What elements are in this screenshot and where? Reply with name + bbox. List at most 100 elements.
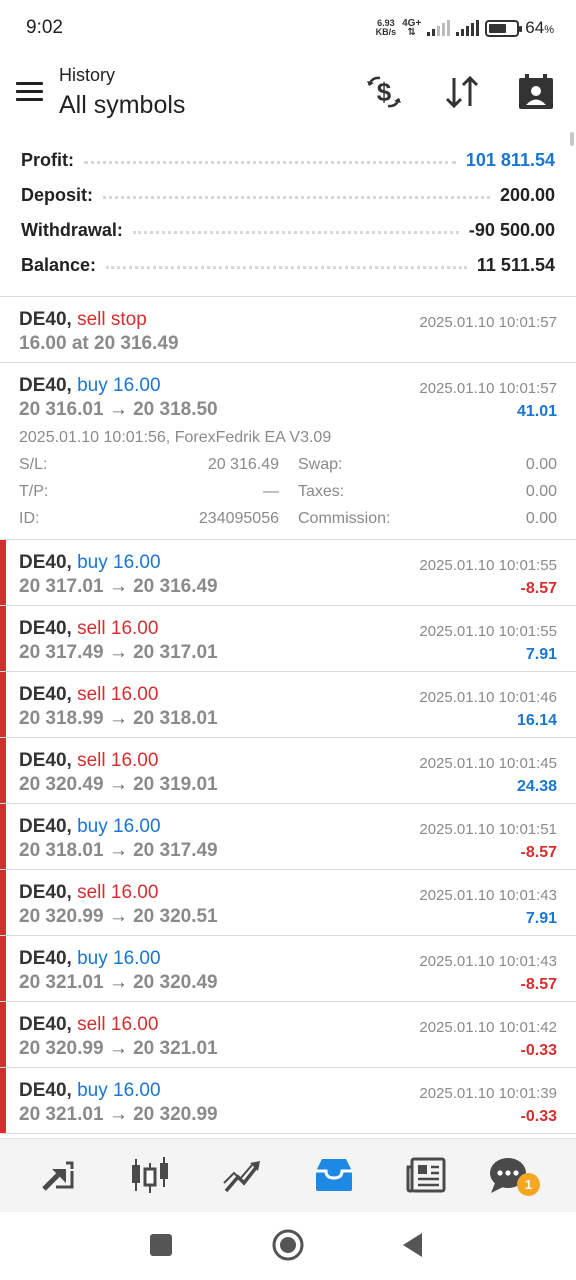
deal-side-label: sell 16.00 [77, 882, 159, 903]
deal-profit: 7.91 [525, 910, 557, 927]
deal-prices: 20 317.01 → 20 316.49 [19, 576, 218, 598]
bottom-navigation: 1 [0, 1138, 576, 1212]
deal-row[interactable]: DE40, sell 16.00 20 320.99 → 20 321.01 202… [0, 1002, 576, 1068]
id-label: ID: [19, 510, 40, 527]
arrow-right-icon: → [108, 1038, 128, 1059]
deal-prices: 20 320.49 → 20 319.01 [19, 774, 218, 796]
symbol-label: DE40, [19, 309, 72, 330]
detail-row-sl: S/L: 20 316.49 Swap: 0.00 [19, 456, 557, 476]
deal-title: DE40, buy 16.00 [19, 375, 161, 397]
swap-label: Swap: [298, 456, 343, 473]
deal-row[interactable]: DE40, sell 16.00 20 317.49 → 20 317.01 202… [0, 606, 576, 672]
page-subtitle: History [59, 65, 116, 85]
arrow-right-icon: → [108, 708, 128, 729]
deal-row-expanded[interactable]: DE40, buy 16.00 20 316.01 → 20 318.50 20… [0, 363, 576, 540]
history-list: DE40, sell stop 16.00 at 20 316.49 2025.… [0, 296, 576, 1134]
deal-prices: 20 320.99 → 20 321.01 [19, 1038, 218, 1060]
deal-indicator-bar [0, 1002, 6, 1067]
news-icon[interactable] [404, 1155, 448, 1195]
deal-indicator-bar [0, 1068, 6, 1133]
deal-side-label: buy 16.00 [77, 552, 161, 573]
order-row[interactable]: DE40, sell stop 16.00 at 20 316.49 2025.… [0, 297, 576, 363]
deal-time: 2025.01.10 10:01:55 [419, 623, 557, 640]
open-price: 20 316.01 [19, 399, 104, 420]
network-type: 4G+ ⇅ [402, 19, 421, 38]
deal-title: DE40, sell 16.00 [19, 750, 158, 772]
status-icons: 6.93 KB/s 4G+ ⇅ 64% [376, 18, 554, 38]
currency-exchange-icon[interactable]: $ [364, 72, 404, 112]
deal-side-label: buy 16.00 [77, 1080, 161, 1101]
recent-apps-icon[interactable] [148, 1232, 174, 1258]
hamburger-menu-icon[interactable] [16, 82, 43, 102]
deal-side-label: sell 16.00 [77, 1014, 159, 1035]
deal-row[interactable]: DE40, buy 16.00 20 318.01 → 20 317.49 2025… [0, 804, 576, 870]
deal-title: DE40, sell 16.00 [19, 1014, 158, 1036]
deal-comment: 2025.01.10 10:01:56, ForexFedrik EA V3.0… [19, 429, 332, 446]
deal-row[interactable]: DE40, buy 16.00 20 321.01 → 20 320.49 2025… [0, 936, 576, 1002]
close-price: 20 317.49 [133, 840, 218, 861]
deal-indicator-bar [0, 540, 6, 605]
deal-indicator-bar [0, 672, 6, 737]
order-time: 2025.01.10 10:01:57 [419, 314, 557, 331]
open-price: 20 318.99 [19, 708, 104, 729]
balance-label: Balance: [21, 255, 97, 275]
close-price: 20 318.50 [133, 399, 218, 420]
deal-time: 2025.01.10 10:01:51 [419, 821, 557, 838]
dotted-leader [132, 231, 459, 234]
deal-profit: -8.57 [520, 844, 557, 861]
deal-prices: 20 316.01 → 20 318.50 [19, 399, 218, 421]
deal-row[interactable]: DE40, buy 16.00 20 317.01 → 20 316.49 2025… [0, 540, 576, 606]
home-icon[interactable] [271, 1228, 305, 1262]
deal-time: 2025.01.10 10:01:39 [419, 1085, 557, 1102]
profit-value: 101 811.54 [465, 150, 555, 170]
deal-indicator-bar [0, 738, 6, 803]
svg-text:$: $ [377, 77, 392, 107]
deal-side-label: buy 16.00 [77, 948, 161, 969]
deal-title: DE40, buy 16.00 [19, 948, 161, 970]
open-price: 20 317.49 [19, 642, 104, 663]
balance-value: 11 511.54 [476, 255, 555, 275]
deal-prices: 20 321.01 → 20 320.99 [19, 1104, 218, 1126]
page-title[interactable]: All symbols [59, 91, 185, 120]
deal-profit: -8.57 [520, 580, 557, 597]
history-icon[interactable] [312, 1155, 356, 1195]
deal-row[interactable]: DE40, sell 16.00 20 318.99 → 20 318.01 202… [0, 672, 576, 738]
calendar-icon[interactable] [516, 72, 556, 112]
close-price: 20 316.49 [133, 576, 218, 597]
chart-icon[interactable] [220, 1155, 264, 1195]
deal-prices: 20 321.01 → 20 320.49 [19, 972, 218, 994]
symbol-label: DE40, [19, 1014, 72, 1035]
quotes-icon[interactable] [128, 1155, 172, 1195]
deal-time: 2025.01.10 10:01:57 [419, 380, 557, 397]
deal-profit: 16.14 [516, 712, 557, 729]
account-summary: Profit: 101 811.54 Deposit: 200.00 Withd… [0, 143, 576, 283]
deal-time: 2025.01.10 10:01:43 [419, 953, 557, 970]
order-title: DE40, sell stop [19, 309, 147, 331]
arrow-right-icon: → [108, 399, 128, 420]
withdrawal-value: -90 500.00 [468, 220, 555, 240]
deal-row[interactable]: DE40, buy 16.00 20 321.01 → 20 320.99 2025… [0, 1068, 576, 1134]
open-price: 20 317.01 [19, 576, 104, 597]
detail-row-tp: T/P: — Taxes: 0.00 [19, 483, 557, 503]
deal-title: DE40, sell 16.00 [19, 684, 158, 706]
symbol-label: DE40, [19, 750, 72, 771]
open-price: 20 321.01 [19, 1104, 104, 1125]
deal-profit: 7.91 [525, 646, 557, 663]
deal-side-label: sell 16.00 [77, 618, 159, 639]
close-price: 20 321.01 [133, 1038, 218, 1059]
deal-row[interactable]: DE40, sell 16.00 20 320.49 → 20 319.01 202… [0, 738, 576, 804]
back-icon[interactable] [400, 1230, 426, 1260]
sort-icon[interactable] [442, 72, 482, 112]
network-speed: 6.93 KB/s [376, 19, 397, 37]
sl-label: S/L: [19, 456, 48, 473]
deal-row[interactable]: DE40, sell 16.00 20 320.99 → 20 320.51 202… [0, 870, 576, 936]
system-navigation [0, 1212, 576, 1280]
taxes-value: 0.00 [525, 483, 557, 500]
tp-value: — [263, 483, 279, 500]
deal-prices: 20 318.01 → 20 317.49 [19, 840, 218, 862]
taxes-label: Taxes: [298, 483, 345, 500]
deal-indicator-bar [0, 936, 6, 1001]
trade-icon[interactable] [36, 1155, 80, 1195]
deal-time: 2025.01.10 10:01:45 [419, 755, 557, 772]
dotted-leader [103, 196, 490, 199]
